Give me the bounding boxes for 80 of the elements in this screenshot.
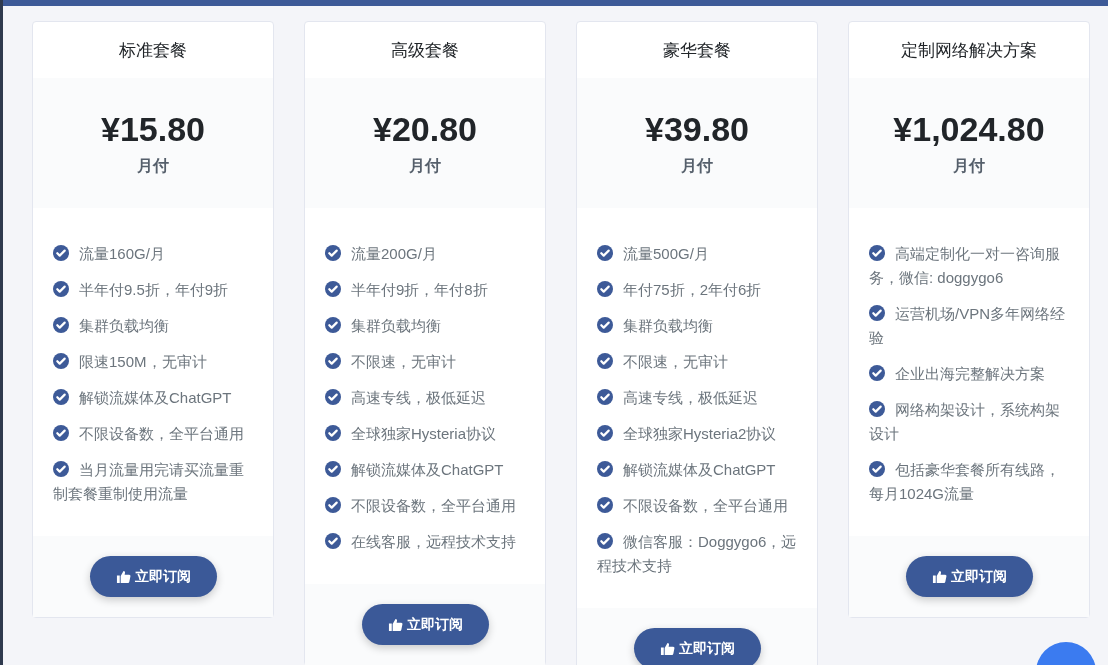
- check-circle-icon: [325, 389, 341, 405]
- check-circle-icon: [325, 497, 341, 513]
- check-circle-icon: [869, 245, 885, 261]
- plan-title: 高级套餐: [391, 39, 459, 62]
- thumbs-up-icon: [931, 569, 947, 584]
- feature-item: 半年付9折，年付8折: [325, 278, 527, 302]
- billing-period: 月付: [953, 155, 985, 176]
- check-circle-icon: [597, 461, 613, 477]
- check-circle-icon: [869, 401, 885, 417]
- thumbs-up-icon: [659, 641, 675, 656]
- feature-item: 不限速，无审计: [597, 350, 799, 374]
- check-circle-icon: [597, 497, 613, 513]
- subscribe-button[interactable]: 立即订阅: [361, 604, 489, 645]
- feature-item: 集群负载均衡: [597, 314, 799, 338]
- check-circle-icon: [597, 389, 613, 405]
- feature-item: 流量500G/月: [597, 242, 799, 266]
- billing-period: 月付: [681, 155, 713, 176]
- billing-period: 月付: [409, 155, 441, 176]
- feature-item: 不限设备数，全平台通用: [53, 422, 255, 446]
- feature-item: 高速专线，极低延迟: [597, 386, 799, 410]
- check-circle-icon: [597, 245, 613, 261]
- feature-item: 不限速，无审计: [325, 350, 527, 374]
- feature-item: 企业出海完整解决方案: [869, 362, 1071, 386]
- check-circle-icon: [869, 461, 885, 477]
- feature-item: 半年付9.5折，年付9折: [53, 278, 255, 302]
- plan-price: ¥1,024.80: [893, 109, 1045, 150]
- feature-item: 当月流量用完请买流量重制套餐重制使用流量: [53, 460, 245, 504]
- feature-item: 包括豪华套餐所有线路，每月1024G流量: [869, 460, 1061, 504]
- feature-item: 网络构架设计，系统构架设计: [869, 400, 1061, 444]
- feature-item: 集群负载均衡: [53, 314, 255, 338]
- feature-item: 解锁流媒体及ChatGPT: [597, 458, 799, 482]
- check-circle-icon: [53, 389, 69, 405]
- check-circle-icon: [53, 425, 69, 441]
- check-circle-icon: [325, 425, 341, 441]
- subscribe-button[interactable]: 立即订阅: [905, 556, 1033, 597]
- feature-item: 在线客服，远程技术支持: [325, 530, 527, 554]
- check-circle-icon: [53, 317, 69, 333]
- plan-price: ¥15.80: [101, 109, 205, 150]
- feature-item: 集群负载均衡: [325, 314, 527, 338]
- check-circle-icon: [869, 365, 885, 381]
- feature-item: 流量200G/月: [325, 242, 527, 266]
- check-circle-icon: [597, 353, 613, 369]
- check-circle-icon: [53, 461, 69, 477]
- feature-item: 高端定制化一对一咨询服务，微信: doggygo6: [869, 244, 1061, 288]
- feature-item: 全球独家Hysteria协议: [325, 422, 527, 446]
- check-circle-icon: [325, 353, 341, 369]
- check-circle-icon: [325, 533, 341, 549]
- feature-item: 全球独家Hysteria2协议: [597, 422, 799, 446]
- feature-item: 不限设备数，全平台通用: [325, 494, 527, 518]
- check-circle-icon: [597, 317, 613, 333]
- feature-item: 年付75折，2年付6折: [597, 278, 799, 302]
- check-circle-icon: [325, 281, 341, 297]
- billing-period: 月付: [137, 155, 169, 176]
- plan-title: 定制网络解决方案: [901, 39, 1037, 62]
- plan-title: 豪华套餐: [663, 39, 731, 62]
- check-circle-icon: [53, 353, 69, 369]
- check-circle-icon: [325, 461, 341, 477]
- feature-item: 限速150M，无审计: [53, 350, 255, 374]
- thumbs-up-icon: [387, 617, 403, 632]
- check-circle-icon: [53, 245, 69, 261]
- feature-item: 高速专线，极低延迟: [325, 386, 527, 410]
- feature-item: 运营机场/VPN多年网络经验: [869, 304, 1066, 348]
- check-circle-icon: [597, 425, 613, 441]
- plan-price: ¥20.80: [373, 109, 477, 150]
- check-circle-icon: [597, 533, 613, 549]
- feature-item: 解锁流媒体及ChatGPT: [325, 458, 527, 482]
- check-circle-icon: [325, 245, 341, 261]
- feature-item: 不限设备数，全平台通用: [597, 494, 799, 518]
- check-circle-icon: [53, 281, 69, 297]
- check-circle-icon: [325, 317, 341, 333]
- thumbs-up-icon: [115, 569, 131, 584]
- feature-item: 流量160G/月: [53, 242, 255, 266]
- plan-price: ¥39.80: [645, 109, 749, 150]
- check-circle-icon: [869, 305, 885, 321]
- check-circle-icon: [597, 281, 613, 297]
- subscribe-button[interactable]: 立即订阅: [633, 628, 761, 665]
- feature-item: 微信客服：Doggygo6，远程技术支持: [597, 532, 798, 576]
- subscribe-button[interactable]: 立即订阅: [89, 556, 217, 597]
- plan-title: 标准套餐: [119, 39, 187, 62]
- feature-item: 解锁流媒体及ChatGPT: [53, 386, 255, 410]
